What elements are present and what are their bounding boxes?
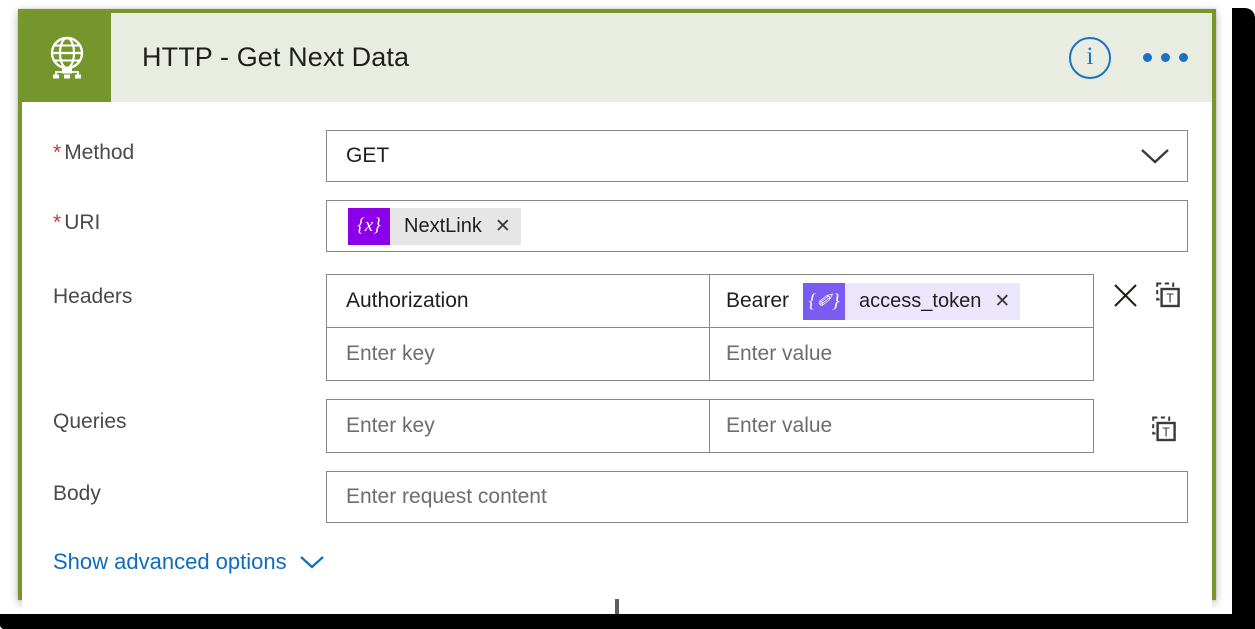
uri-label-text: URI bbox=[64, 211, 101, 234]
header-value-input-empty[interactable]: Enter value bbox=[710, 328, 1093, 380]
table-row: Enter key Enter value bbox=[327, 400, 1093, 452]
more-horizontal-icon[interactable] bbox=[1137, 43, 1194, 72]
queries-control: Enter key Enter value T bbox=[326, 399, 1212, 453]
close-x-icon bbox=[1113, 283, 1137, 307]
card-header: HTTP - Get Next Data i bbox=[22, 13, 1212, 102]
globe-network-icon bbox=[50, 36, 83, 78]
header-key-value: Authorization bbox=[346, 289, 469, 312]
dynamic-content-variable-icon: {x} bbox=[348, 207, 390, 245]
headers-table: Authorization Bearer {✐} access_token ✕ bbox=[326, 274, 1094, 381]
body-input[interactable]: Enter request content bbox=[326, 471, 1188, 523]
screenshot-edge-bottom bbox=[0, 614, 1240, 629]
queries-row: Queries Enter key Enter value T bbox=[22, 399, 1212, 453]
uri-row: * URI {x} NextLink ✕ bbox=[22, 200, 1212, 252]
svg-text:T: T bbox=[1162, 425, 1170, 439]
query-value-input[interactable]: Enter value bbox=[710, 400, 1093, 452]
queries-side-icons: T bbox=[1145, 411, 1181, 447]
headers-row: Headers Authorization Bearer {✐} access_… bbox=[22, 274, 1212, 381]
body-placeholder: Enter request content bbox=[346, 485, 547, 508]
query-key-placeholder: Enter key bbox=[346, 414, 435, 437]
queries-text-mode-button[interactable]: T bbox=[1145, 411, 1181, 447]
screenshot-edge-right bbox=[1232, 8, 1255, 629]
method-label: * Method bbox=[53, 130, 326, 165]
header-token-name: access_token bbox=[859, 289, 982, 312]
headers-label: Headers bbox=[53, 285, 133, 308]
queries-label: Queries bbox=[53, 410, 127, 433]
info-circle-icon[interactable]: i bbox=[1069, 36, 1111, 79]
uri-control: {x} NextLink ✕ bbox=[326, 200, 1212, 252]
required-asterisk: * bbox=[53, 141, 62, 164]
query-value-placeholder: Enter value bbox=[726, 414, 833, 437]
header-value-prefix: Bearer bbox=[726, 289, 790, 312]
delete-header-row-button[interactable] bbox=[1107, 277, 1143, 313]
header-value-placeholder: Enter value bbox=[726, 342, 833, 365]
method-dropdown[interactable]: GET bbox=[326, 130, 1188, 182]
body-row: Body Enter request content bbox=[22, 471, 1212, 523]
query-key-input[interactable]: Enter key bbox=[327, 400, 710, 452]
method-label-text: Method bbox=[64, 141, 135, 164]
header-key-placeholder: Enter key bbox=[346, 342, 435, 365]
show-advanced-options-link[interactable]: Show advanced options bbox=[22, 549, 325, 575]
show-advanced-options-label: Show advanced options bbox=[53, 549, 287, 574]
uri-label: * URI bbox=[53, 200, 326, 235]
remove-token-icon[interactable]: ✕ bbox=[994, 290, 1010, 313]
switch-to-text-mode-icon: T bbox=[1155, 282, 1180, 307]
headers-side-icons: T bbox=[1107, 277, 1185, 313]
chevron-down-icon bbox=[1141, 149, 1169, 164]
header-key-input-empty[interactable]: Enter key bbox=[327, 328, 710, 380]
more-dot bbox=[1161, 53, 1170, 62]
dynamic-content-expression-icon: {✐} bbox=[803, 282, 846, 320]
switch-to-text-mode-icon: T bbox=[1151, 416, 1176, 441]
header-value-input[interactable]: Bearer {✐} access_token ✕ bbox=[710, 275, 1093, 327]
uri-token-body: NextLink ✕ bbox=[390, 207, 521, 245]
header-key-input[interactable]: Authorization bbox=[327, 275, 710, 327]
table-row: Authorization Bearer {✐} access_token ✕ bbox=[327, 275, 1093, 327]
http-connector-icon-block bbox=[22, 13, 111, 102]
remove-token-icon[interactable]: ✕ bbox=[495, 215, 511, 238]
info-icon-glyph: i bbox=[1086, 43, 1094, 70]
body-label: Body bbox=[53, 482, 101, 505]
more-dot bbox=[1179, 53, 1188, 62]
card-title: HTTP - Get Next Data bbox=[142, 42, 410, 72]
body-control: Enter request content bbox=[326, 471, 1212, 523]
method-control: GET bbox=[326, 130, 1212, 182]
http-action-card[interactable]: HTTP - Get Next Data i * Method GET * UR… bbox=[18, 9, 1216, 624]
headers-control: Authorization Bearer {✐} access_token ✕ bbox=[326, 274, 1212, 381]
uri-token-name: NextLink bbox=[404, 214, 482, 237]
header-token-body: access_token ✕ bbox=[845, 282, 1021, 320]
card-body: * Method GET * URI {x} NextLink ✕ Header… bbox=[22, 130, 1212, 624]
required-asterisk: * bbox=[53, 211, 62, 234]
headers-text-mode-button[interactable]: T bbox=[1149, 277, 1185, 313]
queries-table: Enter key Enter value bbox=[326, 399, 1094, 453]
svg-text:T: T bbox=[1166, 291, 1174, 305]
method-value: GET bbox=[346, 144, 390, 167]
table-row: Enter key Enter value bbox=[327, 327, 1093, 380]
uri-token-chip[interactable]: {x} NextLink ✕ bbox=[348, 207, 521, 245]
chevron-down-icon bbox=[299, 556, 324, 569]
header-token-chip[interactable]: {✐} access_token ✕ bbox=[803, 282, 1021, 320]
method-row: * Method GET bbox=[22, 130, 1212, 182]
header-actions: i bbox=[1069, 13, 1194, 102]
more-dot bbox=[1143, 53, 1152, 62]
uri-input[interactable]: {x} NextLink ✕ bbox=[326, 200, 1188, 252]
